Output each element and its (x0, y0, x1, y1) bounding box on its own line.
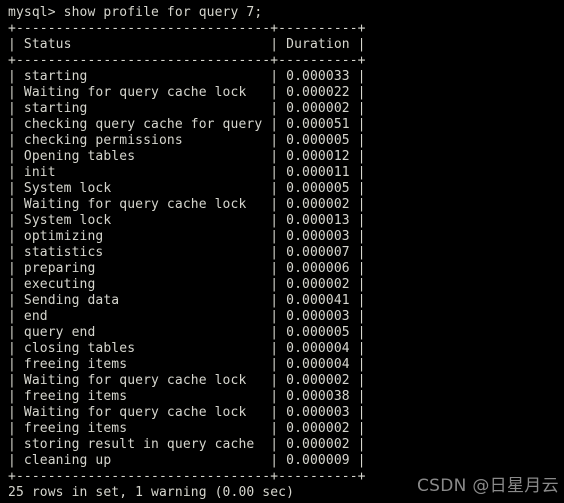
table-row: | checking query cache for query | 0.000… (8, 117, 366, 132)
table-row: | System lock | 0.000013 | (8, 213, 366, 228)
table-row: | query end | 0.000005 | (8, 325, 366, 340)
table-row: | Waiting for query cache lock | 0.00000… (8, 197, 366, 212)
table-row: | init | 0.000011 | (8, 165, 366, 180)
table-border-header: +--------------------------------+------… (8, 53, 366, 68)
table-row: | freeing items | 0.000038 | (8, 389, 366, 404)
table-row: | Waiting for query cache lock | 0.00002… (8, 85, 366, 100)
table-row: | Sending data | 0.000041 | (8, 293, 366, 308)
table-row: | preparing | 0.000006 | (8, 261, 366, 276)
table-row: | freeing items | 0.000002 | (8, 421, 366, 436)
table-row: | cleaning up | 0.000009 | (8, 453, 366, 468)
table-row: | optimizing | 0.000003 | (8, 229, 366, 244)
table-row: | checking permissions | 0.000005 | (8, 133, 366, 148)
table-border-top: +--------------------------------+------… (8, 21, 366, 36)
command-prompt-line: mysql> show profile for query 7; (8, 5, 263, 20)
table-row: | statistics | 0.000007 | (8, 245, 366, 260)
table-row: | System lock | 0.000005 | (8, 181, 366, 196)
table-row: | starting | 0.000002 | (8, 101, 366, 116)
table-row: | freeing items | 0.000004 | (8, 357, 366, 372)
table-header-row: | Status | Duration | (8, 37, 366, 52)
table-body: | starting | 0.000033 | | Waiting for que… (8, 69, 564, 469)
table-row: | Waiting for query cache lock | 0.00000… (8, 373, 366, 388)
table-row: | starting | 0.000033 | (8, 69, 366, 84)
table-row: | executing | 0.000002 | (8, 277, 366, 292)
table-row: | storing result in query cache | 0.0000… (8, 437, 366, 452)
table-row: | Waiting for query cache lock | 0.00000… (8, 405, 366, 420)
table-row: | end | 0.000003 | (8, 309, 366, 324)
table-row: | closing tables | 0.000004 | (8, 341, 366, 356)
table-row: | Opening tables | 0.000012 | (8, 149, 366, 164)
terminal-output: mysql> show profile for query 7; +------… (0, 0, 564, 501)
terminal-window[interactable]: mysql> show profile for query 7; +------… (0, 0, 564, 503)
csdn-watermark: CSDN @日星月云 (417, 476, 559, 496)
